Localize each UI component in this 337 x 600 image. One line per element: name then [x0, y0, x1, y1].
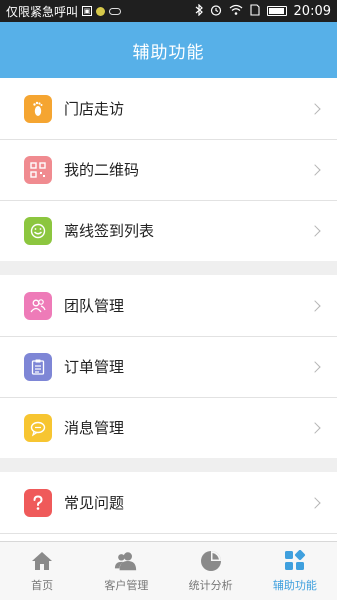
- status-right: 20:09: [195, 3, 331, 19]
- page-title: 辅助功能: [132, 42, 205, 63]
- nav-tab-customers[interactable]: 客户管理: [84, 542, 168, 600]
- chevron-right-icon: [309, 299, 321, 312]
- team-icon: [24, 291, 52, 320]
- menu-item-my-qrcode[interactable]: 我的二维码: [0, 139, 337, 200]
- chevron-right-icon: [309, 102, 321, 115]
- section-divider: [0, 261, 337, 275]
- nav-tab-label: 辅助功能: [272, 579, 317, 592]
- menu-item-team-management[interactable]: 团队管理: [0, 275, 337, 336]
- bluetooth-icon: [195, 3, 203, 19]
- grid-icon: [283, 549, 307, 573]
- app-screen: 仅限紧急呼叫 ▣ 20:09 辅助功能 门店走访 我的二维码 离线签到列表 团队…: [0, 0, 337, 600]
- sim-icon: ▣: [82, 6, 93, 16]
- status-bar: 仅限紧急呼叫 ▣ 20:09: [0, 0, 337, 22]
- menu-item-label: 常见问题: [64, 494, 125, 512]
- menu-item-label: 团队管理: [64, 297, 125, 315]
- menu-item-store-visit[interactable]: 门店走访: [0, 78, 337, 139]
- status-left: 仅限紧急呼叫 ▣: [6, 3, 195, 20]
- menu-item-message-management[interactable]: 消息管理: [0, 397, 337, 458]
- clock-time: 20:09: [293, 3, 331, 19]
- menu-group-1: 门店走访 我的二维码 离线签到列表: [0, 78, 337, 261]
- alarm-icon: [210, 4, 222, 19]
- carrier-text: 仅限紧急呼叫: [6, 4, 79, 19]
- menu-item-partial: [0, 533, 337, 541]
- menu-group-2: 团队管理 订单管理 消息管理: [0, 275, 337, 458]
- menu-item-label: 消息管理: [64, 419, 125, 437]
- menu-item-label: 我的二维码: [64, 161, 140, 179]
- nav-tab-label: 统计分析: [188, 579, 233, 592]
- section-divider: [0, 458, 337, 472]
- menu-item-order-management[interactable]: 订单管理: [0, 336, 337, 397]
- bottom-nav: 首页 客户管理 统计分析 辅助功能: [0, 541, 337, 600]
- menu-item-label: 订单管理: [64, 358, 125, 376]
- nav-tab-home[interactable]: 首页: [0, 542, 84, 600]
- menu-item-label: 门店走访: [64, 100, 125, 118]
- footprint-icon: [24, 94, 52, 123]
- menu-item-offline-checkin-list[interactable]: 离线签到列表: [0, 200, 337, 261]
- home-icon: [30, 549, 54, 573]
- wifi-icon: [229, 4, 243, 18]
- clipboard-icon: [24, 352, 52, 381]
- smile-check-icon: [24, 216, 52, 245]
- customers-icon: [114, 549, 138, 573]
- nav-tab-label: 首页: [31, 579, 54, 592]
- header-bar: 辅助功能: [0, 22, 337, 78]
- nav-tab-assist[interactable]: 辅助功能: [253, 542, 337, 600]
- battery-icon: [266, 6, 287, 16]
- pie-chart-icon: [199, 549, 223, 573]
- chevron-right-icon: [309, 496, 321, 509]
- sim-status-icon: [249, 3, 260, 19]
- menu-list: 门店走访 我的二维码 离线签到列表 团队管理 订单管理 消息管理 常见问题: [0, 78, 337, 541]
- notification-icon: [96, 6, 106, 16]
- chevron-right-icon: [309, 360, 321, 373]
- nav-tab-label: 客户管理: [104, 579, 149, 592]
- menu-item-faq[interactable]: 常见问题: [0, 472, 337, 533]
- message-icon: [24, 413, 52, 442]
- cloud-icon: [109, 7, 122, 15]
- chevron-right-icon: [309, 421, 321, 434]
- menu-item-label: 离线签到列表: [64, 222, 155, 240]
- nav-tab-statistics[interactable]: 统计分析: [169, 542, 253, 600]
- question-icon: [24, 488, 52, 517]
- chevron-right-icon: [309, 163, 321, 176]
- menu-group-3: 常见问题: [0, 472, 337, 541]
- chevron-right-icon: [309, 224, 321, 237]
- qrcode-icon: [24, 155, 52, 184]
